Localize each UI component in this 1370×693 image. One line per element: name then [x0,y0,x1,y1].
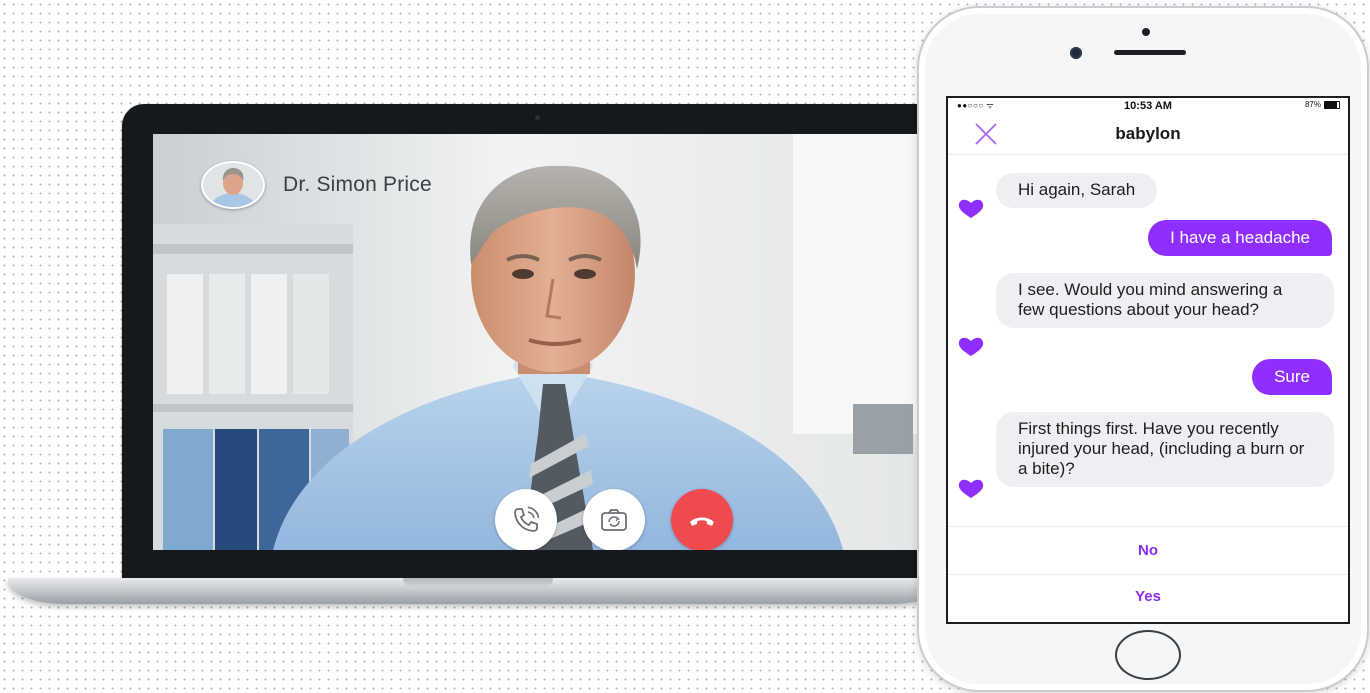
babylon-heart-icon [958,337,984,356]
chat-thread: Hi again, Sarah I have a headache I see.… [948,155,1348,521]
smartphone: ●●○○○ ᯤ 10:53 AM 87% babylon Hi again, S… [917,6,1369,692]
bot-message: First things first. Have you recently in… [996,412,1334,487]
phone-wave-icon [514,506,540,532]
bot-message: Hi again, Sarah [996,173,1158,208]
doctor-avatar [201,161,265,209]
status-bar: ●●○○○ ᯤ 10:53 AM 87% [948,98,1348,114]
message-text: Hi again, Sarah [1018,180,1136,199]
audio-call-button[interactable] [495,489,557,550]
status-time: 10:53 AM [1124,100,1172,112]
end-call-button[interactable] [671,489,733,550]
laptop-base [8,578,948,604]
caller-name: Dr. Simon Price [283,173,432,196]
babylon-heart-icon [958,199,984,218]
battery-indicator: 87% [1305,100,1340,109]
laptop-webcam [535,115,540,120]
switch-camera-button[interactable] [583,489,645,550]
babylon-heart-icon [958,479,984,498]
battery-percent: 87% [1304,100,1321,109]
battery-icon [1324,100,1340,109]
reply-no-button[interactable]: No [948,528,1348,574]
bot-message: I see. Would you mind answering a few qu… [996,273,1334,328]
reply-divider [948,526,1348,527]
call-controls [495,489,733,550]
caller-badge: Dr. Simon Price [201,161,432,209]
video-call-screen: Dr. Simon Price [153,134,943,550]
reply-yes-button[interactable]: Yes [948,574,1348,620]
chat-header: babylon [948,114,1348,155]
user-message: I have a headache [1148,220,1332,256]
user-message: Sure [1252,359,1332,395]
chat-app-screen: ●●○○○ ᯤ 10:53 AM 87% babylon Hi again, S… [946,96,1350,624]
message-text: I see. Would you mind answering a few qu… [1018,280,1283,319]
laptop-open-notch [403,578,553,587]
message-text: First things first. Have you recently in… [1018,419,1305,478]
laptop: Dr. Simon Price [122,104,952,582]
end-call-icon [690,517,714,526]
message-text: I have a headache [1170,228,1310,247]
phone-front-camera [1070,47,1082,59]
app-title: babylon [1115,124,1181,143]
home-button[interactable] [1115,630,1181,680]
camera-switch-icon [601,509,627,531]
phone-sensor [1142,28,1150,36]
message-text: Sure [1274,367,1310,386]
phone-earpiece [1114,50,1186,55]
